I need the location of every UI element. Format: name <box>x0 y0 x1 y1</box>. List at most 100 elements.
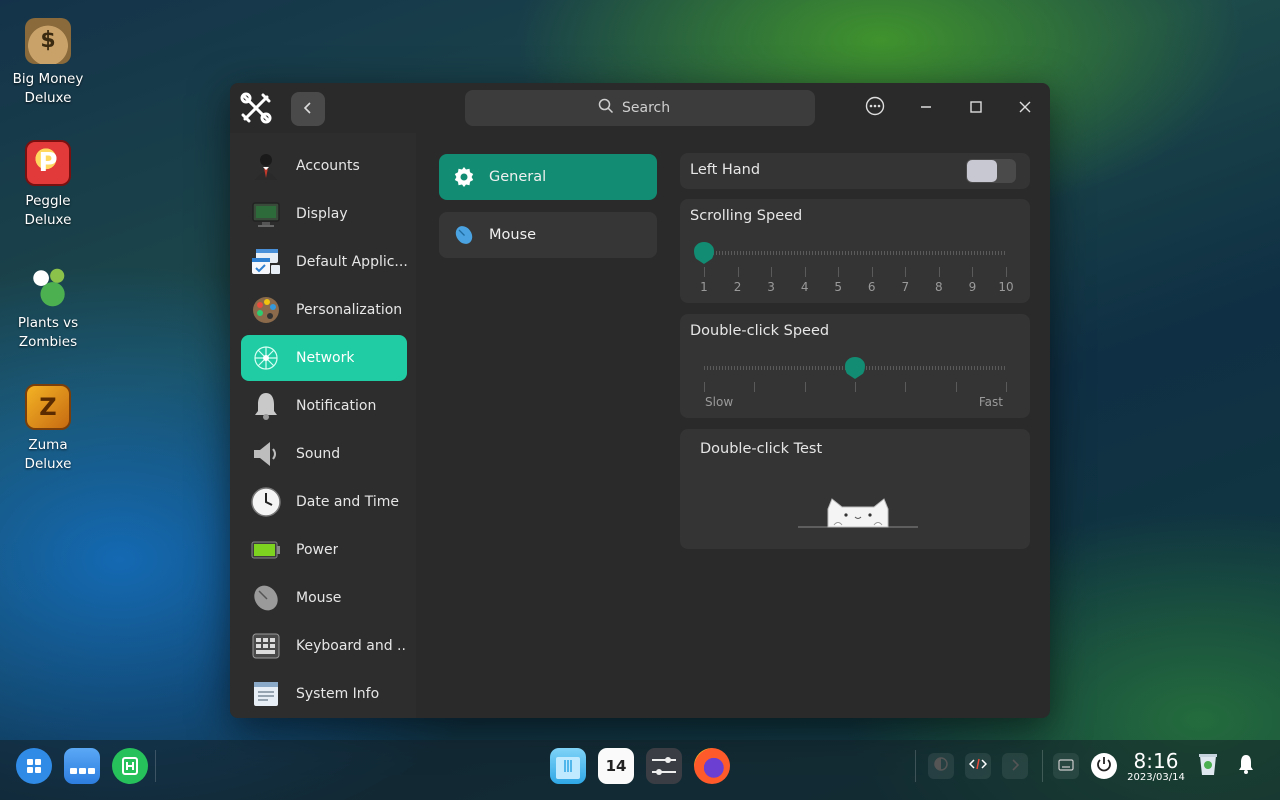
chevron-left-icon <box>303 100 313 119</box>
app-store-button[interactable] <box>112 748 148 784</box>
maximize-icon <box>969 99 983 118</box>
slider-tick <box>955 382 957 392</box>
desktop-icon-label: Peggle Deluxe <box>24 193 72 228</box>
slider-tick <box>838 267 840 277</box>
tick-label: 1 <box>700 280 708 294</box>
desktop-icon-big-money[interactable]: Big Money Deluxe <box>8 18 88 108</box>
double-click-test-area[interactable] <box>798 495 918 531</box>
sidebar-item-power[interactable]: Power <box>241 527 407 573</box>
slider-tick <box>905 267 907 277</box>
sidebar-item-keyboard[interactable]: Keyboard and ... <box>241 623 407 669</box>
sidebar-item-label: Display <box>296 206 348 222</box>
sidebar-item-personalization[interactable]: Personalization <box>241 287 407 333</box>
subnav-item-general[interactable]: General <box>439 154 657 200</box>
system-info-icon <box>250 678 282 710</box>
power-button[interactable] <box>1091 753 1117 779</box>
expand-tray-button[interactable] <box>1002 753 1028 779</box>
scrolling-speed-slider[interactable] <box>694 242 1006 264</box>
sidebar-item-display[interactable]: Display <box>241 191 407 237</box>
desktop-icon-label: Plants vs Zombies <box>17 315 79 350</box>
sidebar-item-notification[interactable]: Notification <box>241 383 407 429</box>
control-center-button[interactable] <box>646 748 682 784</box>
tick-label: 7 <box>901 280 910 294</box>
left-hand-row: Left Hand <box>680 153 1030 189</box>
speaker-icon <box>250 438 282 470</box>
double-click-speed-card: Double-click Speed Slow Fast <box>680 314 1030 418</box>
sidebar-item-date-and-time[interactable]: Date and Time <box>241 479 407 525</box>
app-store-icon <box>112 757 148 788</box>
notification-button[interactable] <box>1233 753 1259 779</box>
peggle-icon <box>25 140 71 186</box>
slider-tick <box>754 382 756 392</box>
sidebar-item-mouse[interactable]: Mouse <box>241 575 407 621</box>
slow-label: Slow <box>705 395 734 409</box>
tick-label: 8 <box>935 280 943 294</box>
network-icon <box>250 342 282 374</box>
multitasking-icon <box>64 768 100 788</box>
sidebar-item-label: Keyboard and ... <box>296 638 407 654</box>
sliders-icon <box>646 757 682 788</box>
contrast-icon <box>933 756 949 776</box>
developer-tray-button[interactable] <box>965 753 991 779</box>
clock-icon <box>250 486 282 518</box>
slider-tick <box>938 267 940 277</box>
subnav-item-mouse[interactable]: Mouse <box>439 212 657 258</box>
sidebar-item-default-applications[interactable]: Default Applic... <box>241 239 407 285</box>
power-icon <box>1095 755 1113 777</box>
dark-mode-tray-button[interactable] <box>928 753 954 779</box>
tick-label: 3 <box>767 280 775 294</box>
slider-tick <box>704 267 705 277</box>
left-hand-toggle[interactable] <box>966 159 1016 183</box>
calendar-button[interactable]: 14 <box>598 748 634 784</box>
desktop-icon-peggle[interactable]: Peggle Deluxe <box>8 140 88 230</box>
desktop-icon-plants-vs-zombies[interactable]: Plants vs Zombies <box>8 262 88 352</box>
firefox-button[interactable] <box>694 748 730 784</box>
slider-tick <box>704 382 705 392</box>
bell-icon <box>1237 754 1255 778</box>
sidebar-item-sound[interactable]: Sound <box>241 431 407 477</box>
sidebar-item-label: Notification <box>296 398 377 414</box>
close-button[interactable] <box>1012 95 1038 121</box>
cat-icon <box>798 498 918 535</box>
search-icon <box>598 98 614 118</box>
double-click-speed-slider[interactable] <box>704 357 1006 379</box>
sidebar-item-label: System Info <box>296 686 380 702</box>
slider-tick <box>771 267 773 277</box>
gear-icon <box>453 166 475 188</box>
chevron-right-icon <box>1010 757 1020 776</box>
search-input[interactable] <box>622 100 682 116</box>
slider-ticks <box>704 267 1007 279</box>
trash-button[interactable] <box>1195 753 1221 779</box>
tick-label: 5 <box>834 280 843 294</box>
back-button[interactable] <box>291 92 325 126</box>
slider-tick <box>1006 267 1007 277</box>
slider-thumb[interactable] <box>694 242 714 264</box>
desktop-icon-zuma[interactable]: Zuma Deluxe <box>8 384 88 474</box>
search-box[interactable] <box>465 90 815 126</box>
maximize-button[interactable] <box>963 95 989 121</box>
launcher-button[interactable] <box>16 748 52 784</box>
keyboard-tray-button[interactable] <box>1053 753 1079 779</box>
multitasking-view-button[interactable] <box>64 748 100 784</box>
slider-thumb[interactable] <box>845 357 865 379</box>
minimize-button[interactable] <box>913 95 939 121</box>
palette-icon <box>250 294 282 326</box>
default-apps-icon <box>250 246 282 278</box>
sidebar-item-label: Sound <box>296 446 341 462</box>
clock[interactable]: 8:16 2023/03/14 <box>1124 750 1188 784</box>
sidebar-item-system-info[interactable]: System Info <box>241 671 407 717</box>
keyboard-icon <box>1058 757 1074 776</box>
tick-label: 10 <box>998 280 1014 294</box>
tick-label: 2 <box>733 280 742 294</box>
sidebar-item-network[interactable]: Network <box>241 335 407 381</box>
accounts-icon <box>250 150 282 182</box>
sidebar: Accounts Display Default Applic... Perso… <box>230 133 416 718</box>
subnav-panel: General Mouse <box>416 133 670 718</box>
file-manager-button[interactable] <box>550 748 586 784</box>
sidebar-item-accounts[interactable]: Accounts <box>241 143 407 189</box>
more-options-button[interactable] <box>862 95 888 121</box>
close-icon <box>1018 99 1032 118</box>
desktop-icon-label: Big Money Deluxe <box>12 71 84 106</box>
sidebar-item-label: Accounts <box>296 158 360 174</box>
double-click-speed-label: Double-click Speed <box>690 323 830 339</box>
